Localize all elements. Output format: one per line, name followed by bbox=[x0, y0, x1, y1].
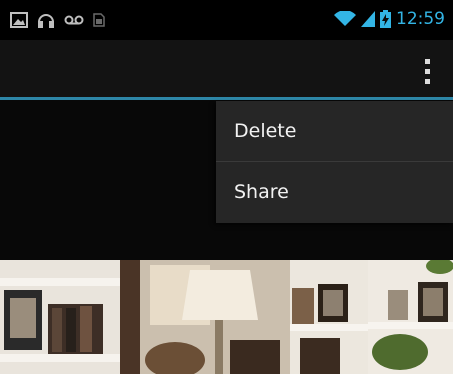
action-bar bbox=[0, 40, 453, 98]
sim-icon bbox=[93, 13, 105, 27]
signal-icon bbox=[361, 11, 375, 27]
wifi-icon bbox=[334, 11, 356, 26]
clock: 12:59 bbox=[396, 9, 445, 29]
system-icons: 12:59 bbox=[334, 9, 445, 29]
battery-icon bbox=[380, 10, 391, 28]
shelves-photo[interactable] bbox=[0, 260, 453, 374]
menu-item-share[interactable]: Share bbox=[216, 162, 453, 222]
menu-item-delete[interactable]: Delete bbox=[216, 101, 453, 161]
overflow-menu: Delete Share bbox=[216, 101, 453, 223]
picture-icon bbox=[10, 12, 28, 28]
notification-icons bbox=[10, 11, 105, 29]
headset-icon bbox=[38, 14, 54, 28]
photo-illustration bbox=[0, 260, 453, 374]
status-bar: 12:59 bbox=[0, 0, 453, 40]
voicemail-icon bbox=[64, 15, 84, 25]
overflow-menu-icon[interactable] bbox=[417, 56, 437, 86]
